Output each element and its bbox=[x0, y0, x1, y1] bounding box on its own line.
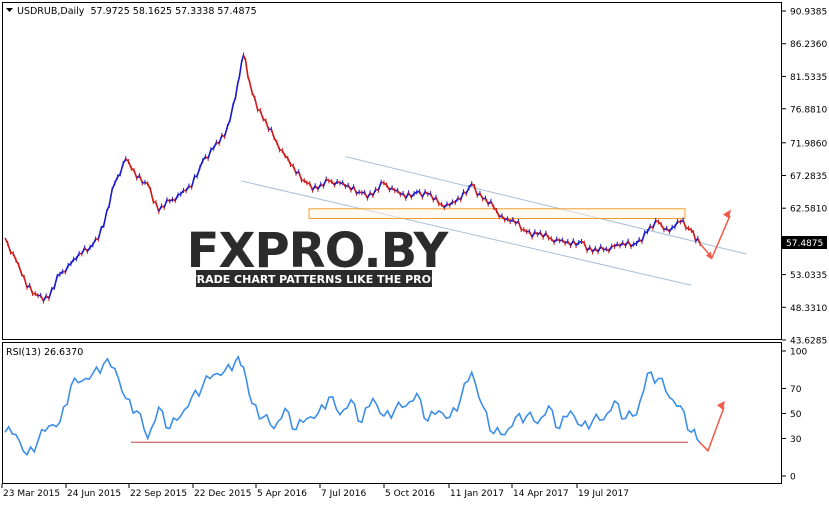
rsi-y-tick-label: 30 bbox=[790, 435, 802, 445]
time-axis-tick-label: 23 Mar 2015 bbox=[3, 489, 60, 499]
price-y-tick-label: 81.5335 bbox=[790, 73, 827, 83]
time-axis-tick-label: 22 Dec 2015 bbox=[194, 489, 252, 499]
rsi-y-tick-label: 0 bbox=[790, 473, 796, 483]
watermark-logo: FXPRO.BY TRADE CHART PATTERNS LIKE THE P… bbox=[187, 223, 450, 287]
price-y-tick-label: 90.9385 bbox=[790, 8, 827, 18]
time-axis-tick-label: 14 Apr 2017 bbox=[513, 489, 569, 499]
rsi-header-text: RSI(13) 26.6370 bbox=[6, 347, 83, 358]
rsi-y-tick-label: 100 bbox=[790, 348, 807, 358]
watermark-tagline: TRADE CHART PATTERNS LIKE THE PROS bbox=[189, 273, 439, 286]
time-axis-tick-label: 19 Jul 2017 bbox=[578, 489, 629, 499]
price-y-tick-label: 48.3310 bbox=[790, 304, 827, 314]
time-axis-tick-label: 5 Apr 2016 bbox=[257, 489, 307, 499]
symbol-header: USDRUB,Daily 57.9725 58.1625 57.3338 57.… bbox=[6, 6, 257, 17]
time-axis: 23 Mar 2015 24 Jun 2015 22 Sep 2015 22 Dec … bbox=[2, 484, 629, 499]
price-y-tick-label: 71.9860 bbox=[790, 139, 827, 149]
price-y-tick-label: 53.0335 bbox=[790, 271, 827, 281]
price-y-axis: 90.9385 86.2360 81.5335 76.8810 71.9860 67.28… bbox=[782, 8, 827, 347]
time-axis-tick-label: 5 Oct 2016 bbox=[385, 489, 435, 499]
rsi-y-tick-label: 70 bbox=[790, 385, 802, 395]
trading-chart-window: FXPRO.BY TRADE CHART PATTERNS LIKE THE P… bbox=[0, 0, 829, 504]
time-axis-tick-label: 11 Jan 2017 bbox=[450, 489, 504, 499]
price-y-tick-label: 62.5810 bbox=[790, 205, 827, 215]
time-axis-tick-label: 22 Sep 2015 bbox=[130, 489, 187, 499]
rsi-y-axis: 100 70 50 30 0 bbox=[782, 348, 807, 483]
time-axis-tick-label: 24 Jun 2015 bbox=[67, 489, 121, 499]
chart-canvas: FXPRO.BY TRADE CHART PATTERNS LIKE THE P… bbox=[0, 0, 829, 504]
current-price-tag: 57.4875 bbox=[782, 236, 827, 249]
price-y-tick-label: 86.2360 bbox=[790, 40, 827, 50]
rsi-y-tick-label: 50 bbox=[790, 410, 802, 420]
symbol-header-text: USDRUB,Daily 57.9725 58.1625 57.3338 57.… bbox=[17, 6, 257, 17]
price-y-tick-label: 43.6285 bbox=[790, 337, 827, 347]
price-panel-frame bbox=[3, 3, 782, 340]
rsi-panel-frame bbox=[3, 343, 782, 484]
time-axis-tick-label: 7 Jul 2016 bbox=[321, 489, 366, 499]
price-y-tick-label: 67.2835 bbox=[790, 172, 827, 182]
price-y-tick-label: 76.8810 bbox=[790, 105, 827, 115]
current-price-label: 57.4875 bbox=[786, 239, 823, 249]
